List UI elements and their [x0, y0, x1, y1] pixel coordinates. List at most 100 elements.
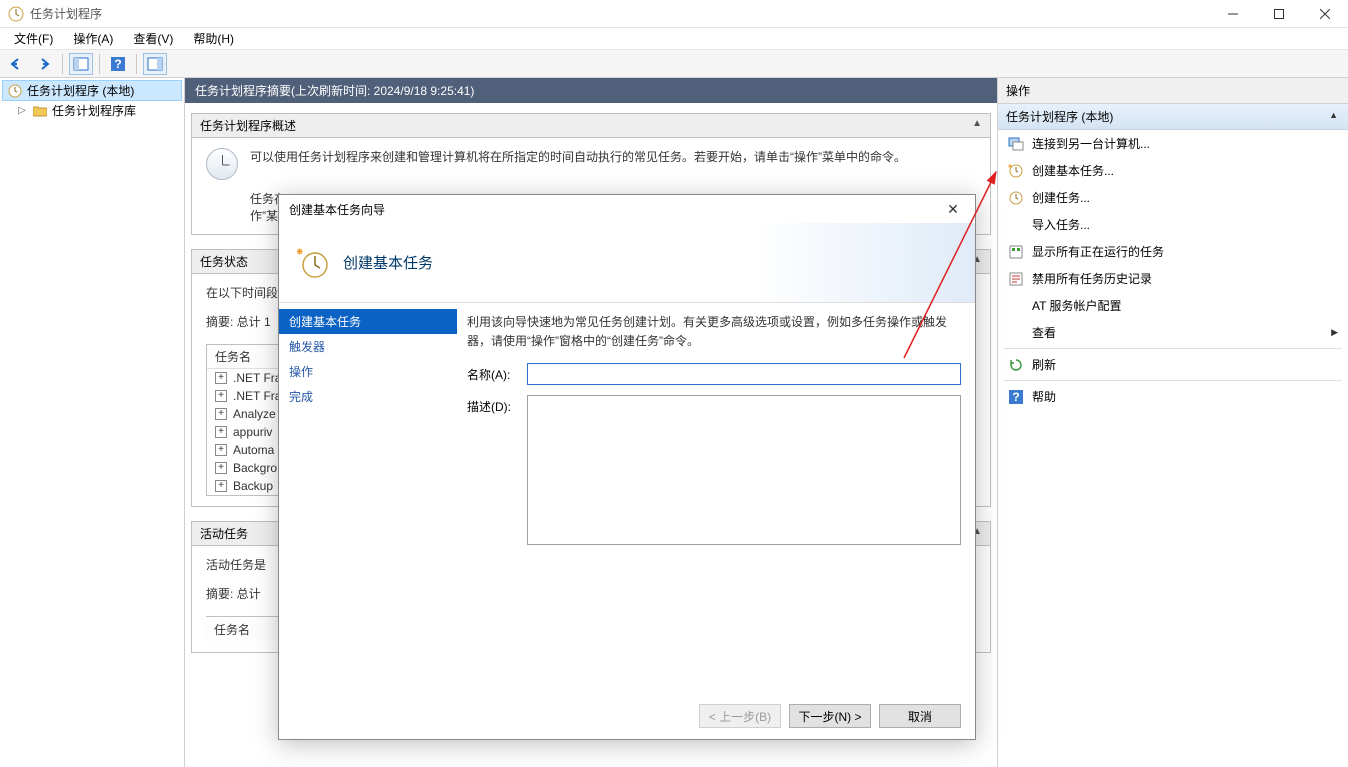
action-connect[interactable]: 连接到另一台计算机...: [998, 130, 1348, 157]
dialog-buttons: < 上一步(B) 下一步(N) > 取消: [279, 693, 975, 739]
running-icon: [1008, 244, 1024, 260]
tree-root[interactable]: 任务计划程序 (本地): [2, 80, 182, 101]
expand-icon[interactable]: +: [215, 426, 227, 438]
expand-icon[interactable]: +: [215, 408, 227, 420]
desc-input[interactable]: [527, 395, 961, 545]
clock-icon: [1008, 190, 1024, 206]
name-input[interactable]: [527, 363, 961, 385]
create-basic-task-wizard-dialog: 创建基本任务向导 ✕ 创建基本任务 创建基本任务 触发器 操作 完成 利用该向导…: [278, 194, 976, 740]
blank-icon: [1008, 298, 1024, 314]
action-import[interactable]: 导入任务...: [998, 211, 1348, 238]
expand-icon[interactable]: ▷: [16, 105, 28, 116]
dialog-form: 利用该向导快速地为常见任务创建计划。有关更多高级选项或设置，例如多任务操作或触发…: [457, 303, 975, 693]
actions-pane-title: 操作: [998, 78, 1348, 104]
toggle-tree-button[interactable]: [69, 53, 93, 75]
window-titlebar: 任务计划程序: [0, 0, 1348, 28]
toggle-actions-button[interactable]: [143, 53, 167, 75]
action-help[interactable]: ? 帮助: [998, 383, 1348, 410]
dialog-title: 创建基本任务向导: [289, 201, 941, 218]
action-label: 显示所有正在运行的任务: [1032, 243, 1164, 260]
action-label: 导入任务...: [1032, 216, 1090, 233]
action-label: 创建基本任务...: [1032, 162, 1114, 179]
tree-root-label: 任务计划程序 (本地): [27, 82, 134, 99]
action-show-running[interactable]: 显示所有正在运行的任务: [998, 238, 1348, 265]
task-name: .NET Fra: [233, 371, 281, 385]
task-name: Analyze: [233, 407, 276, 421]
action-label: 禁用所有任务历史记录: [1032, 270, 1152, 287]
nav-step-action[interactable]: 操作: [279, 359, 457, 384]
tree-pane: 任务计划程序 (本地) ▷ 任务计划程序库: [0, 78, 185, 767]
dialog-titlebar[interactable]: 创建基本任务向导 ✕: [279, 195, 975, 223]
computer-icon: [1008, 136, 1024, 152]
expand-icon[interactable]: +: [215, 372, 227, 384]
menu-action[interactable]: 操作(A): [65, 28, 121, 49]
back-button[interactable]: [4, 53, 28, 75]
clock-star-icon: [1008, 163, 1024, 179]
next-button[interactable]: 下一步(N) >: [789, 704, 871, 728]
action-label: 查看: [1032, 324, 1056, 341]
history-icon: [1008, 271, 1024, 287]
actions-group-header[interactable]: 任务计划程序 (本地) ▲: [998, 104, 1348, 130]
action-label: 创建任务...: [1032, 189, 1090, 206]
action-refresh[interactable]: 刷新: [998, 351, 1348, 378]
chevron-up-icon: ▲: [1329, 110, 1338, 120]
dialog-close-button[interactable]: ✕: [941, 197, 965, 221]
help-button[interactable]: ?: [106, 53, 130, 75]
window-title: 任务计划程序: [30, 5, 1210, 22]
action-view[interactable]: 查看 ▶: [998, 319, 1348, 346]
blank-icon: [1008, 325, 1024, 341]
name-label: 名称(A):: [467, 363, 527, 383]
menu-bar: 文件(F) 操作(A) 查看(V) 帮助(H): [0, 28, 1348, 50]
import-icon: [1008, 217, 1024, 233]
overview-text: 可以使用任务计划程序来创建和管理计算机将在所指定的时间自动执行的常见任务。若要开…: [250, 148, 976, 167]
toolbar-separator: [136, 54, 137, 74]
expand-icon[interactable]: +: [215, 480, 227, 492]
svg-text:?: ?: [1012, 390, 1019, 404]
actions-pane: 操作 任务计划程序 (本地) ▲ 连接到另一台计算机... 创建基本任务... …: [998, 78, 1348, 767]
maximize-button[interactable]: [1256, 0, 1302, 28]
action-disable-history[interactable]: 禁用所有任务历史记录: [998, 265, 1348, 292]
status-panel-title: 任务状态: [200, 255, 248, 269]
app-icon: [8, 6, 24, 22]
menu-help[interactable]: 帮助(H): [185, 28, 242, 49]
menu-file[interactable]: 文件(F): [6, 28, 61, 49]
actions-group-label: 任务计划程序 (本地): [1006, 110, 1113, 124]
minimize-button[interactable]: [1210, 0, 1256, 28]
chevron-right-icon: ▶: [1331, 327, 1338, 338]
svg-text:?: ?: [114, 57, 121, 71]
dialog-hint: 利用该向导快速地为常见任务创建计划。有关更多高级选项或设置，例如多任务操作或触发…: [467, 313, 961, 351]
clock-icon: [206, 148, 238, 180]
task-name: Backup: [233, 479, 273, 493]
forward-button[interactable]: [32, 53, 56, 75]
action-create-task[interactable]: 创建任务...: [998, 184, 1348, 211]
nav-step-finish[interactable]: 完成: [279, 384, 457, 409]
expand-icon[interactable]: +: [215, 462, 227, 474]
chevron-up-icon: ▲: [972, 118, 982, 129]
nav-step-trigger[interactable]: 触发器: [279, 334, 457, 359]
toolbar-separator: [62, 54, 63, 74]
action-create-basic[interactable]: 创建基本任务...: [998, 157, 1348, 184]
action-label: 连接到另一台计算机...: [1032, 135, 1150, 152]
nav-step-basic[interactable]: 创建基本任务: [279, 309, 457, 334]
clock-icon: [7, 83, 23, 99]
task-name: appuriv: [233, 425, 272, 439]
tree-library[interactable]: ▷ 任务计划程序库: [2, 101, 182, 120]
dialog-banner: 创建基本任务: [279, 223, 975, 303]
menu-view[interactable]: 查看(V): [125, 28, 181, 49]
help-icon: ?: [1008, 389, 1024, 405]
overview-panel-header[interactable]: 任务计划程序概述 ▲: [192, 114, 990, 138]
close-button[interactable]: [1302, 0, 1348, 28]
cancel-button[interactable]: 取消: [879, 704, 961, 728]
center-header: 任务计划程序摘要(上次刷新时间: 2024/9/18 9:25:41): [185, 78, 997, 103]
tree-library-label: 任务计划程序库: [52, 102, 136, 119]
overview-panel-title: 任务计划程序概述: [200, 119, 296, 133]
dialog-nav: 创建基本任务 触发器 操作 完成: [279, 303, 457, 693]
expand-icon[interactable]: +: [215, 444, 227, 456]
action-label: AT 服务帐户配置: [1032, 297, 1122, 314]
expand-icon[interactable]: +: [215, 390, 227, 402]
action-at-config[interactable]: AT 服务帐户配置: [998, 292, 1348, 319]
task-name: Backgro: [233, 461, 277, 475]
refresh-icon: [1008, 357, 1024, 373]
action-label: 帮助: [1032, 388, 1056, 405]
prev-button: < 上一步(B): [699, 704, 781, 728]
